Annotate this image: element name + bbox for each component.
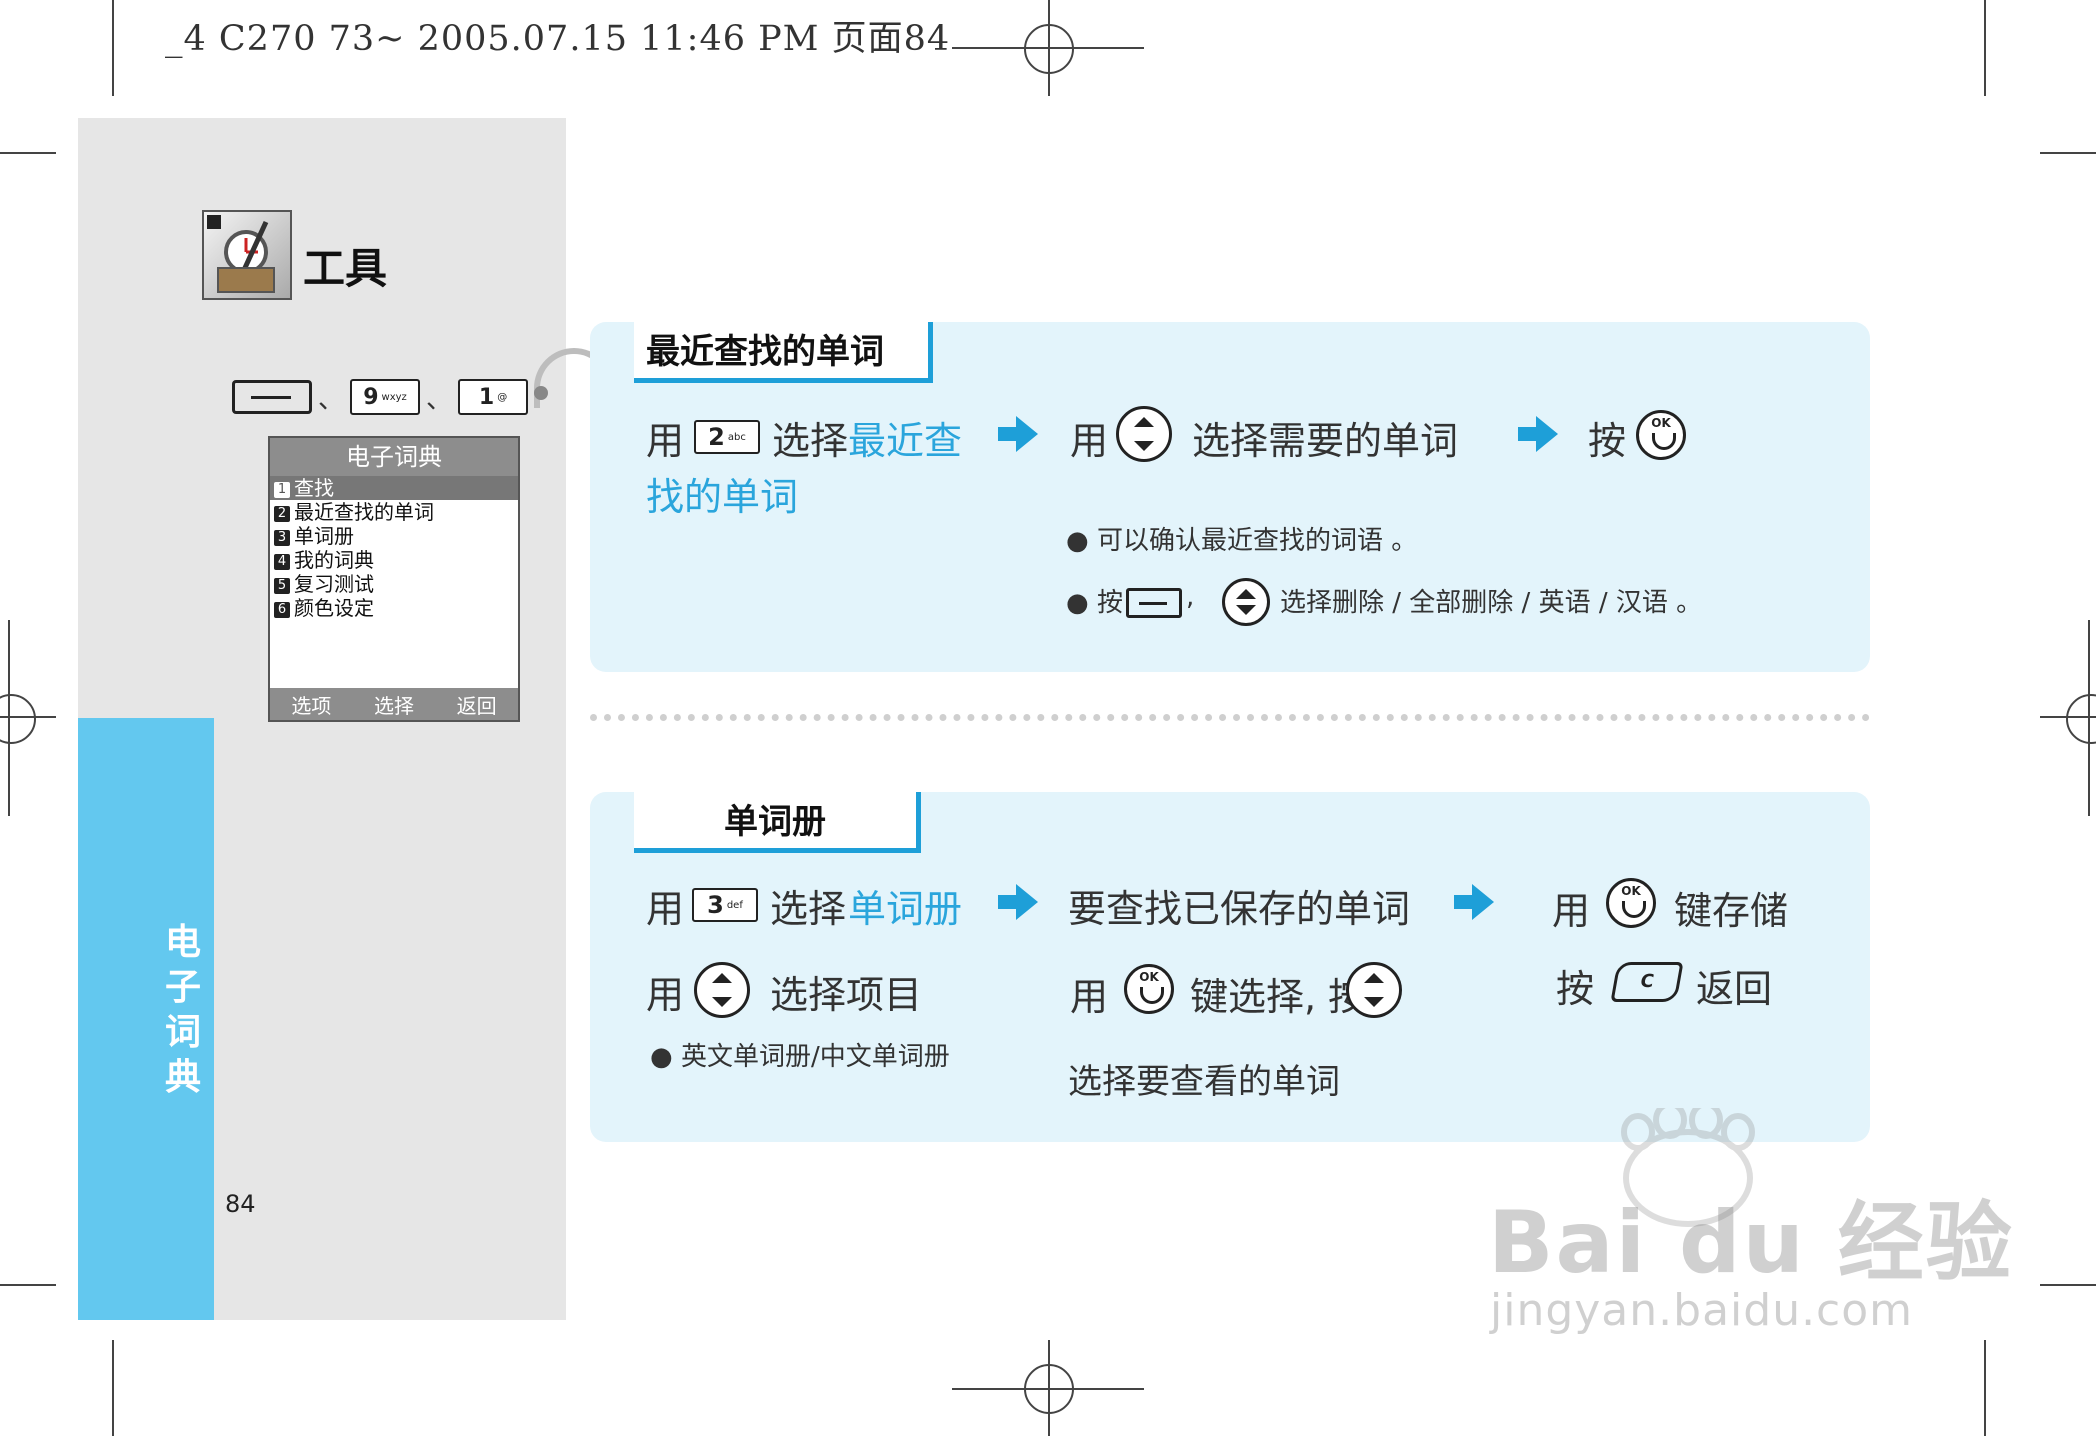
crop-mark <box>112 0 114 96</box>
step-text: 键选择, 按 <box>1190 975 1367 1019</box>
step-text: 返回 <box>1696 967 1773 1011</box>
nav-key-icon <box>1222 578 1270 626</box>
menu-item: 3 单词册 <box>270 524 518 548</box>
crop-mark <box>2040 1284 2096 1286</box>
crop-mark <box>1984 1340 1986 1436</box>
crop-mark <box>112 1340 114 1436</box>
ok-key-icon: OK <box>1606 878 1656 928</box>
note: 选择删除 / 全部删除 / 英语 / 汉语 。 <box>1280 588 1703 618</box>
step-text: 按 <box>1588 419 1627 463</box>
arrow-right-icon <box>1454 884 1494 920</box>
arrow-right-icon <box>998 884 1038 920</box>
ok-key-icon: OK <box>1636 410 1686 460</box>
note: ● 按 <box>1066 588 1123 618</box>
separator: 、 <box>318 384 345 415</box>
menu-item: 4 我的词典 <box>270 548 518 572</box>
wordbook-panel: 单词册 用 3 def 选择 单词册 要查找已保存的单词 用 OK 键存储 用 选… <box>590 792 1870 1142</box>
softkey-options: 选项 <box>291 693 332 718</box>
section-title: 工具 <box>303 244 388 293</box>
wordbook-tab: 单词册 <box>634 792 921 853</box>
nav-key-icon <box>694 962 750 1018</box>
key-2-icon: 2 abc <box>694 420 760 454</box>
crop-mark <box>0 1284 56 1286</box>
key-9-icon: 9 wxyz <box>350 379 421 415</box>
registration-mark <box>0 694 36 744</box>
key-3-icon: 3 def <box>692 888 758 922</box>
nav-key-icon <box>1346 962 1402 1018</box>
menu-item: 1 查找 <box>270 476 518 500</box>
tools-icon <box>202 210 292 300</box>
separator: 、 <box>426 384 453 415</box>
step-text: 选择要查看的单词 <box>1068 1062 1340 1102</box>
step-text: 选择 <box>770 887 847 931</box>
softkey-icon <box>1126 588 1182 618</box>
crop-mark <box>0 152 56 154</box>
step-text: 选择需要的单词 <box>1192 419 1459 463</box>
watermark-url: jingyan.baidu.com <box>1490 1285 1914 1336</box>
step-text: 选择 <box>772 419 849 463</box>
menu-item: 2 最近查找的单词 <box>270 500 518 524</box>
step-highlight: 最近查 <box>848 419 963 463</box>
phone-softkey-bar: 选项 选择 返回 <box>270 688 518 720</box>
step-text: 用 <box>1070 975 1109 1019</box>
arrow-right-icon <box>1518 416 1558 452</box>
clear-key-icon: C <box>1610 962 1684 1002</box>
phone-screen: 电子词典 1 查找 2 最近查找的单词 3 单词册 4 我的词典 5 复习测试 6 颜色设定… <box>268 436 520 722</box>
page-number: 84 <box>225 1190 256 1218</box>
step-text: 用 <box>646 887 685 931</box>
registration-mark <box>1024 24 1074 74</box>
crop-mark <box>2040 152 2096 154</box>
recent-words-panel: 最近查找的单词 用 2 abc 选择 最近查 找的单词 用 选择需要的单词 按 O… <box>590 322 1870 672</box>
print-header: _4 C270 73~ 2005.07.15 11:46 PM 页面84 <box>165 19 951 59</box>
step-text: 用 <box>1552 889 1591 933</box>
softkey-icon <box>232 380 312 414</box>
step-text: 键存储 <box>1674 889 1789 933</box>
divider <box>590 714 1870 721</box>
arrow-right-icon <box>998 416 1038 452</box>
chapter-label: 电子词典 <box>164 922 201 1098</box>
step-text: 选择项目 <box>770 973 923 1017</box>
menu-item: 6 颜色设定 <box>270 596 518 620</box>
registration-mark <box>1024 1364 1074 1414</box>
menu-item: 5 复习测试 <box>270 572 518 596</box>
note: ● 英文单词册/中文单词册 <box>650 1042 950 1072</box>
connector-dot <box>534 386 548 400</box>
recent-words-tab: 最近查找的单词 <box>634 322 933 383</box>
step-highlight: 单词册 <box>848 887 963 931</box>
step-text: 用 <box>646 973 685 1017</box>
note: , <box>1186 582 1195 612</box>
step-text: 用 <box>646 419 685 463</box>
step-text: 按 <box>1556 967 1595 1011</box>
watermark-brand: Bai du 经验 <box>1488 1193 2014 1293</box>
menu-shortcut: 、 9 wxyz 、 1 @ <box>232 375 529 419</box>
registration-mark <box>2066 694 2096 744</box>
step-highlight: 找的单词 <box>646 475 799 519</box>
softkey-select: 选择 <box>373 693 414 718</box>
crop-mark <box>1984 0 1986 96</box>
step-text: 要查找已保存的单词 <box>1068 887 1411 931</box>
softkey-back: 返回 <box>456 693 497 718</box>
nav-key-icon <box>1116 406 1172 462</box>
key-1-icon: 1 @ <box>458 379 529 415</box>
step-text: 用 <box>1070 419 1109 463</box>
phone-screen-title: 电子词典 <box>270 438 518 476</box>
ok-key-icon: OK <box>1124 964 1174 1014</box>
note: ● 可以确认最近查找的词语 。 <box>1066 526 1418 556</box>
